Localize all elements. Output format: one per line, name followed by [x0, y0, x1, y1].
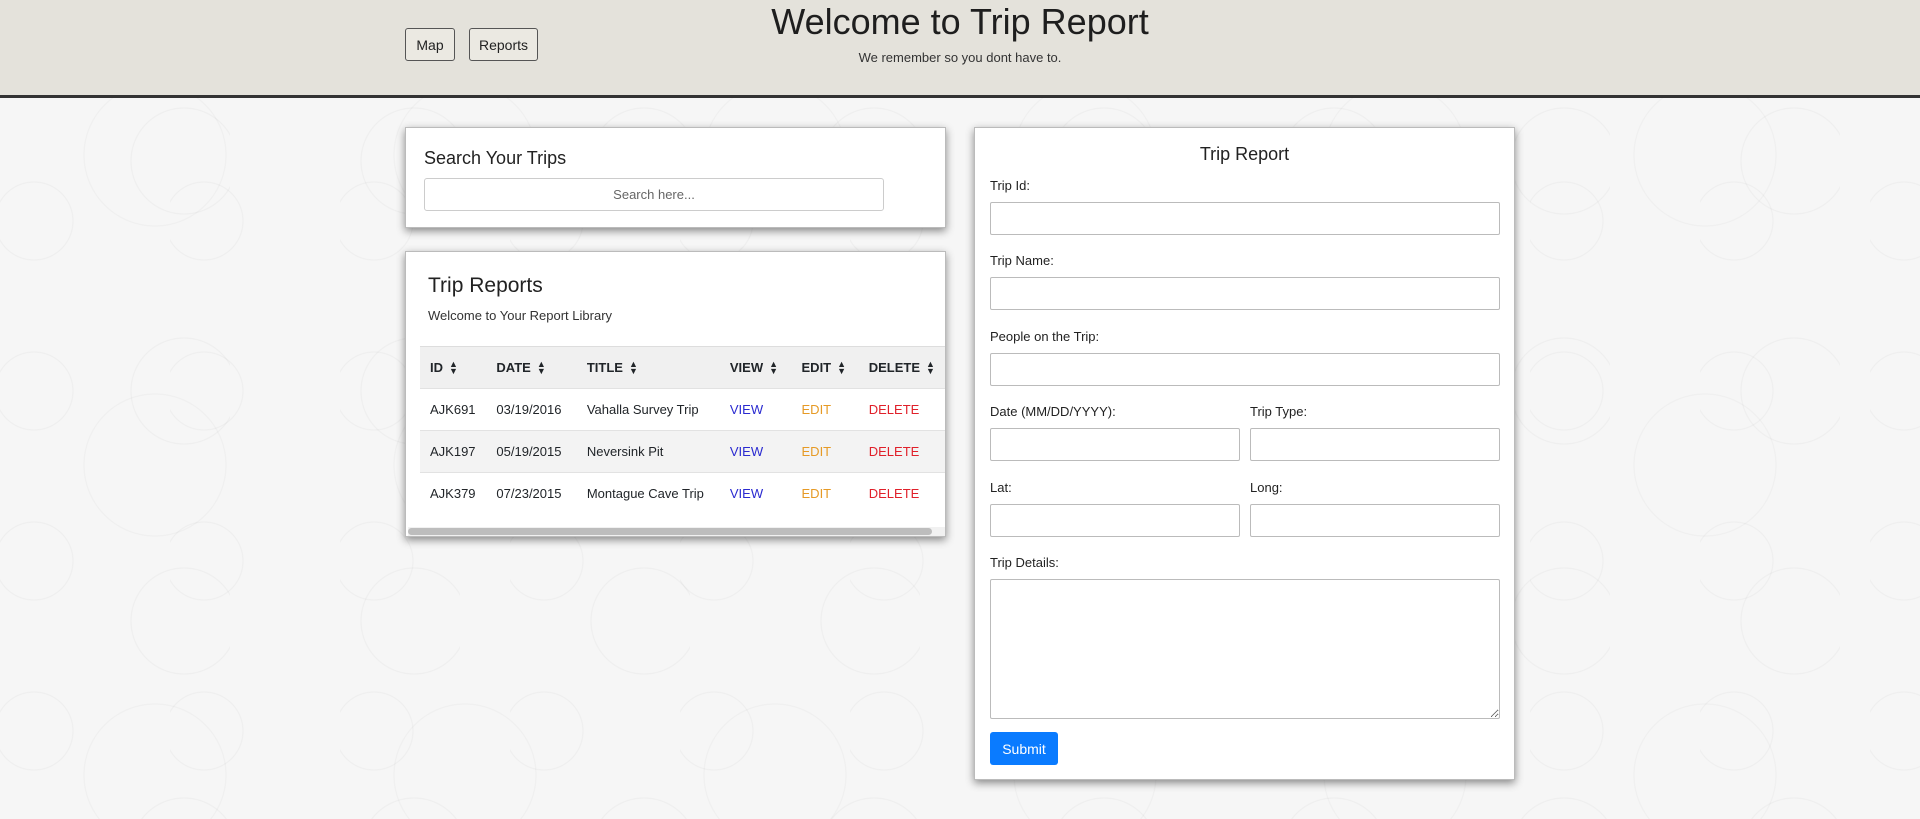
cell-id: AJK197 — [420, 430, 487, 473]
long-field[interactable] — [1250, 504, 1500, 537]
people-field[interactable] — [990, 353, 1500, 386]
search-input[interactable] — [424, 178, 884, 211]
edit-link[interactable]: EDIT — [802, 486, 832, 501]
table-header-row: ID ▲ ▼ DATE ▲ ▼ TITLE ▲ ▼ VIEW ▲ ▼ EDIT ▲ ▼ DELETE… — [420, 346, 945, 389]
edit-link[interactable]: EDIT — [802, 402, 832, 417]
lat-label: Lat: — [990, 480, 1012, 495]
form-title: Trip Report — [1199, 144, 1290, 164]
trip-id-label: Trip Id: — [990, 178, 1030, 193]
search-card: Search Your Trips — [405, 127, 946, 228]
trip-reports-card: Trip Reports Welcome to Your Report Libr… — [405, 251, 946, 537]
cell-title: Montague Cave Trip — [576, 472, 720, 515]
cell-title: Vahalla Survey Trip — [576, 388, 720, 431]
cell-title: Neversink Pit — [576, 430, 720, 473]
delete-link[interactable]: DELETE — [869, 402, 920, 417]
trip-details-textarea[interactable] — [990, 579, 1500, 719]
view-link[interactable]: VIEW — [730, 402, 763, 417]
column-header-date[interactable]: DATE ▲ ▼ — [486, 346, 577, 389]
sort-icon: ▲ ▼ — [769, 359, 779, 377]
table-row: AJK379 07/23/2015 Montague Cave Trip VIE… — [420, 472, 945, 515]
submit-button[interactable]: Submit — [990, 732, 1058, 765]
people-label: People on the Trip: — [990, 329, 1100, 344]
trip-id-field[interactable] — [990, 202, 1500, 235]
trip-name-label: Trip Name: — [990, 253, 1054, 268]
column-header-title[interactable]: TITLE ▲ ▼ — [576, 346, 720, 389]
edit-link[interactable]: EDIT — [802, 444, 832, 459]
column-header-delete[interactable]: DELETE ▲ ▼ — [858, 346, 945, 389]
scrollbar-thumb[interactable] — [408, 528, 932, 535]
cell-date: 07/23/2015 — [486, 472, 577, 515]
sort-icon: ▲ ▼ — [837, 359, 847, 377]
date-label: Date (MM/DD/YYYY): — [990, 404, 1116, 419]
trip-name-field[interactable] — [990, 277, 1500, 310]
column-header-edit[interactable]: EDIT ▲ ▼ — [791, 346, 859, 389]
cell-date: 03/19/2016 — [486, 388, 577, 431]
view-link[interactable]: VIEW — [730, 444, 763, 459]
nav-reports-button[interactable]: Reports — [469, 28, 538, 61]
cell-date: 05/19/2015 — [486, 430, 577, 473]
table-row: AJK691 03/19/2016 Vahalla Survey Trip VI… — [420, 388, 945, 431]
horizontal-scrollbar[interactable] — [408, 527, 945, 536]
page-subtitle: We remember so you dont have to. — [858, 50, 1062, 65]
sort-icon: ▲ ▼ — [628, 359, 638, 377]
table-row: AJK197 05/19/2015 Neversink Pit VIEW EDI… — [420, 430, 945, 473]
cell-id: AJK379 — [420, 472, 487, 515]
page-title: Welcome to Trip Report — [771, 1, 1149, 42]
column-header-view[interactable]: VIEW ▲ ▼ — [719, 346, 792, 389]
lat-field[interactable] — [990, 504, 1240, 537]
view-link[interactable]: VIEW — [730, 486, 763, 501]
trip-type-field[interactable] — [1250, 428, 1500, 461]
cell-id: AJK691 — [420, 388, 487, 431]
nav-map-button[interactable]: Map — [405, 28, 455, 61]
delete-link[interactable]: DELETE — [869, 486, 920, 501]
column-header-id[interactable]: ID ▲ ▼ — [420, 346, 487, 389]
trip-report-form: Trip Report Trip Id: Trip Name: People o… — [974, 127, 1515, 780]
date-field[interactable] — [990, 428, 1240, 461]
reports-title: Trip Reports — [428, 274, 543, 297]
reports-subtitle: Welcome to Your Report Library — [428, 308, 613, 323]
site-header: Welcome to Trip Report We remember so yo… — [0, 0, 1920, 98]
sort-icon: ▲ ▼ — [449, 359, 458, 377]
sort-icon: ▲ ▼ — [536, 359, 546, 377]
delete-link[interactable]: DELETE — [869, 444, 920, 459]
long-label: Long: — [1250, 480, 1283, 495]
sort-icon: ▲ ▼ — [926, 359, 935, 377]
trip-type-label: Trip Type: — [1250, 404, 1308, 419]
trip-details-label: Trip Details: — [990, 555, 1059, 570]
reports-table: ID ▲ ▼ DATE ▲ ▼ TITLE ▲ ▼ VIEW ▲ ▼ EDIT ▲ ▼ DELETE… — [420, 346, 945, 515]
search-title: Search Your Trips — [424, 148, 567, 168]
